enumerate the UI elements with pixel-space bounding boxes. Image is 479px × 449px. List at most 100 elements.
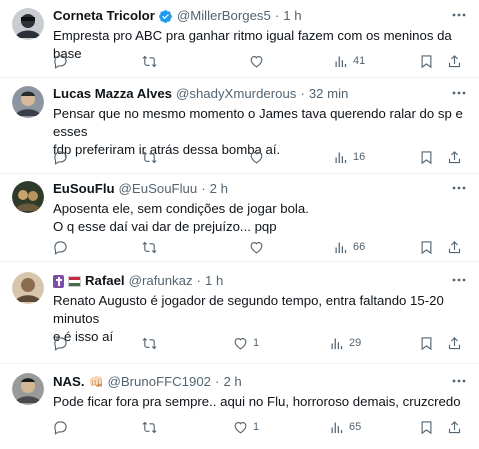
bookmark-button[interactable] [419, 148, 434, 166]
reply-button[interactable] [53, 238, 73, 256]
bookmark-button[interactable] [419, 238, 434, 256]
author-handle[interactable]: @EuSouFluu [119, 180, 198, 198]
avatar[interactable] [12, 8, 44, 40]
heart-icon [250, 55, 263, 67]
tweet-actions: 41 [53, 52, 467, 70]
like-button[interactable]: 1 [233, 334, 259, 352]
tweet-text: Aposenta ele, sem condições de jogar bol… [53, 201, 309, 234]
tweet-feed: Corneta Tricolor @MillerBorges5 · 1 h Em… [0, 0, 479, 449]
timestamp[interactable]: 32 min [309, 85, 349, 103]
reply-button[interactable] [53, 334, 73, 352]
reply-icon [54, 150, 67, 165]
more-dots-icon[interactable] [449, 5, 469, 25]
reply-button[interactable] [53, 52, 73, 70]
bookmark-icon [421, 240, 432, 254]
avatar[interactable] [12, 373, 44, 405]
separator-dot: · [300, 86, 305, 101]
retweet-button[interactable] [141, 238, 163, 256]
views-button[interactable]: 29 [329, 334, 361, 352]
share-icon [448, 150, 461, 163]
retweet-icon [142, 151, 157, 163]
tweet-header: Corneta Tricolor @MillerBorges5 · 1 h [53, 7, 467, 25]
views-chart-icon [335, 152, 347, 163]
author-name[interactable]: NAS. [53, 373, 85, 391]
share-button[interactable] [447, 334, 462, 352]
author-name[interactable]: EuSouFlu [53, 180, 115, 198]
heart-icon [250, 151, 263, 163]
views-button[interactable]: 66 [333, 238, 365, 256]
tweet[interactable]: Lucas Mazza Alves @shadyXmurderous · 32 … [0, 78, 479, 174]
timestamp[interactable]: 1 h [283, 7, 301, 25]
retweet-button[interactable] [141, 334, 163, 352]
heart-icon [234, 421, 247, 433]
author-name[interactable]: Corneta Tricolor [53, 7, 155, 25]
reply-button[interactable] [53, 148, 73, 166]
avatar[interactable] [12, 86, 44, 118]
author-name[interactable]: Rafael [85, 272, 125, 290]
more-dots-icon[interactable] [449, 270, 469, 290]
reply-icon [54, 54, 67, 69]
author-name[interactable]: Lucas Mazza Alves [53, 85, 172, 103]
retweet-button[interactable] [141, 418, 163, 436]
timestamp[interactable]: 2 h [223, 373, 241, 391]
tweet-actions: 1 65 [53, 418, 467, 436]
share-icon [448, 240, 461, 253]
bookmark-icon [421, 54, 432, 68]
share-button[interactable] [447, 418, 462, 436]
more-dots-icon[interactable] [449, 371, 469, 391]
retweet-button[interactable] [141, 52, 163, 70]
views-button[interactable]: 16 [333, 148, 365, 166]
retweet-icon [142, 337, 157, 349]
retweet-icon [142, 55, 157, 67]
avatar[interactable] [12, 272, 44, 304]
bookmark-icon [421, 420, 432, 434]
share-button[interactable] [447, 148, 462, 166]
share-button[interactable] [447, 238, 462, 256]
bookmark-button[interactable] [419, 52, 434, 70]
share-icon [448, 336, 461, 349]
tweet-header: EuSouFlu @EuSouFluu · 2 h [53, 180, 467, 198]
author-handle[interactable]: @rafunkaz [129, 272, 193, 290]
share-icon [448, 420, 461, 433]
views-chart-icon [331, 338, 343, 349]
flag-emoji-icon [68, 275, 81, 287]
views-button[interactable]: 41 [333, 52, 365, 70]
like-button[interactable] [249, 238, 269, 256]
verified-badge-icon [158, 9, 172, 23]
views-chart-icon [335, 242, 347, 253]
more-dots-icon[interactable] [449, 83, 469, 103]
bookmark-button[interactable] [419, 418, 434, 436]
tweet-header: Lucas Mazza Alves @shadyXmurderous · 32 … [53, 85, 467, 103]
tweet[interactable]: EuSouFlu @EuSouFluu · 2 h Aposenta ele, … [0, 174, 479, 262]
author-handle[interactable]: @MillerBorges5 [177, 7, 271, 25]
tweet[interactable]: NAS. 👊🏻 @BrunoFFC1902 · 2 h Pode ficar f… [0, 364, 479, 449]
heart-icon [250, 241, 263, 253]
retweet-icon [142, 421, 157, 433]
tweet[interactable]: Rafael @rafunkaz · 1 h Renato Augusto é … [0, 262, 479, 364]
bookmark-button[interactable] [419, 334, 434, 352]
tweet-actions: 66 [53, 238, 467, 256]
author-handle[interactable]: @BrunoFFC1902 [107, 373, 211, 391]
tweet-header: NAS. 👊🏻 @BrunoFFC1902 · 2 h [53, 373, 467, 391]
heart-icon [234, 337, 247, 349]
retweet-button[interactable] [141, 148, 163, 166]
views-button[interactable]: 65 [329, 418, 361, 436]
avatar[interactable] [12, 181, 44, 213]
reply-button[interactable] [53, 418, 73, 436]
tweet-actions: 16 [53, 148, 467, 166]
like-button[interactable] [249, 52, 269, 70]
tweet-actions: 1 29 [53, 334, 467, 352]
share-button[interactable] [447, 52, 462, 70]
tweet[interactable]: Corneta Tricolor @MillerBorges5 · 1 h Em… [0, 0, 479, 78]
cross-emoji-icon [53, 274, 64, 288]
more-dots-icon[interactable] [449, 178, 469, 198]
author-handle[interactable]: @shadyXmurderous [176, 85, 296, 103]
like-button[interactable] [249, 148, 269, 166]
like-button[interactable]: 1 [233, 418, 259, 436]
retweet-icon [142, 241, 157, 253]
separator-dot: · [215, 374, 220, 389]
timestamp[interactable]: 1 h [205, 272, 223, 290]
tweet-header: Rafael @rafunkaz · 1 h [53, 272, 467, 290]
timestamp[interactable]: 2 h [210, 180, 228, 198]
separator-dot: · [274, 8, 280, 23]
